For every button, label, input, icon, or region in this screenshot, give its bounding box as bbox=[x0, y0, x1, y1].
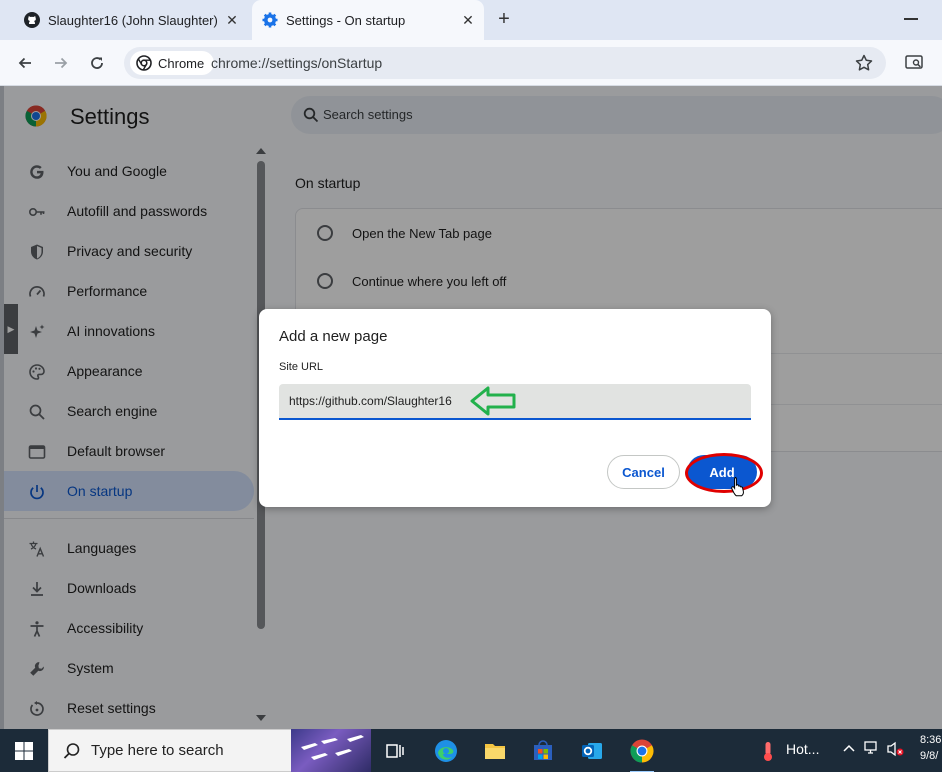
dialog-title: Add a new page bbox=[279, 328, 388, 345]
github-icon bbox=[24, 12, 40, 28]
clock-date: 9/8/ bbox=[920, 750, 939, 762]
chrome-taskbar-icon[interactable] bbox=[628, 737, 656, 772]
thermometer-icon[interactable] bbox=[756, 739, 780, 763]
tab-github[interactable]: Slaughter16 (John Slaughter) · G ✕ bbox=[0, 0, 248, 40]
file-explorer-icon[interactable] bbox=[481, 737, 509, 765]
task-view-icon[interactable] bbox=[381, 737, 409, 765]
tab-settings[interactable]: Settings - On startup ✕ bbox=[252, 0, 484, 40]
tab-title: Settings - On startup bbox=[286, 12, 406, 28]
volume-muted-icon[interactable] bbox=[886, 741, 904, 760]
windows-taskbar: Type here to search Hot... 8:36 9/8/ bbox=[0, 729, 942, 772]
taskbar-search-placeholder: Type here to search bbox=[91, 742, 224, 759]
microsoft-store-icon[interactable] bbox=[529, 737, 557, 765]
back-icon[interactable] bbox=[14, 52, 36, 74]
new-tab-button[interactable]: + bbox=[494, 9, 514, 30]
edge-icon[interactable] bbox=[432, 737, 460, 765]
close-tab-icon[interactable]: ✕ bbox=[224, 12, 240, 28]
weather-text[interactable]: Hot... bbox=[786, 741, 819, 757]
clock-time: 8:36 bbox=[920, 734, 942, 746]
side-panel-search-icon[interactable] bbox=[904, 52, 924, 72]
bookmark-star-icon[interactable] bbox=[854, 53, 874, 73]
cancel-button[interactable]: Cancel bbox=[607, 455, 680, 489]
search-icon bbox=[63, 742, 81, 760]
outlook-icon[interactable] bbox=[578, 737, 606, 765]
gear-icon bbox=[262, 12, 278, 28]
forward-icon[interactable] bbox=[50, 52, 72, 74]
tab-title: Slaughter16 (John Slaughter) · G bbox=[48, 12, 218, 28]
chevron-up-icon[interactable] bbox=[842, 741, 856, 758]
red-circle-annotation bbox=[685, 453, 763, 493]
chrome-icon bbox=[136, 55, 152, 71]
close-tab-icon[interactable]: ✕ bbox=[460, 12, 476, 28]
address-bar[interactable]: Chrome chrome://settings/onStartup bbox=[124, 47, 886, 79]
green-arrow-annotation bbox=[470, 386, 516, 416]
network-icon[interactable] bbox=[864, 741, 880, 758]
url-text[interactable]: chrome://settings/onStartup bbox=[211, 55, 382, 71]
search-highlight-image bbox=[291, 729, 371, 772]
minimize-window-icon[interactable] bbox=[904, 18, 918, 20]
site-info-chip[interactable]: Chrome bbox=[130, 51, 215, 75]
hand-cursor-icon bbox=[731, 477, 744, 497]
windows-start-icon[interactable] bbox=[14, 741, 34, 761]
site-url-label: Site URL bbox=[279, 361, 324, 373]
site-chip-label: Chrome bbox=[158, 55, 205, 71]
taskbar-search-input[interactable]: Type here to search bbox=[48, 729, 292, 772]
reload-icon[interactable] bbox=[86, 52, 108, 74]
clock[interactable]: 8:36 9/8/ bbox=[920, 732, 941, 764]
browser-toolbar: Chrome chrome://settings/onStartup bbox=[0, 40, 942, 86]
tab-strip: Slaughter16 (John Slaughter) · G ✕ Setti… bbox=[0, 0, 942, 40]
